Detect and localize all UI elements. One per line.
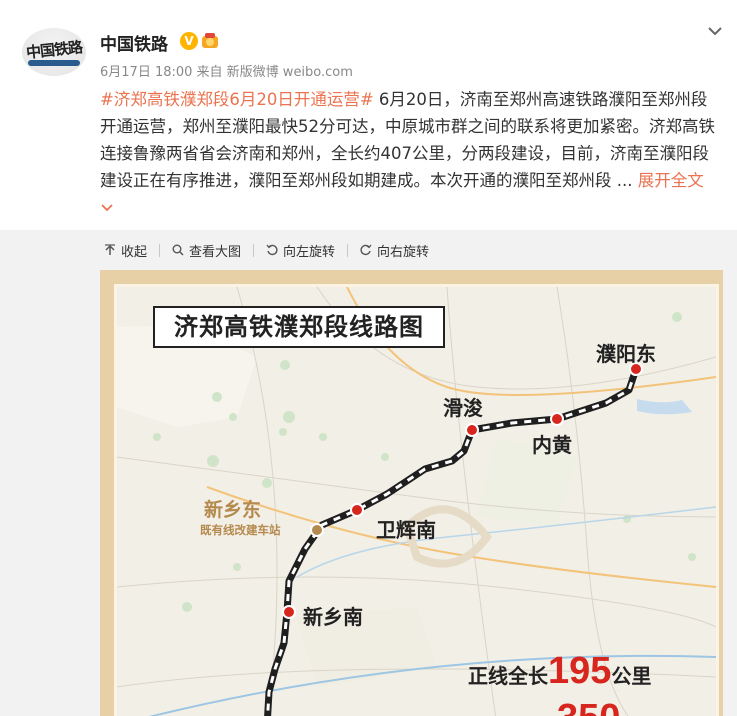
chevron-down-icon[interactable] [704, 20, 726, 42]
expand-label: 展开全文 [637, 171, 704, 190]
stat-design-speed-value: 350 [557, 697, 620, 716]
station-marker-neihuang [550, 412, 564, 426]
post-header: 中国铁路 中国铁路 V 6月17日 18:00 来自 新版微博 weibo.co… [0, 0, 737, 85]
toolbar-divider [253, 243, 255, 257]
verified-badge-icon: V [180, 32, 198, 50]
stat-line-length-prefix: 正线全长 [468, 664, 548, 688]
stat-line-length-unit: 公里 [611, 664, 652, 688]
rotate-left-icon [266, 244, 278, 256]
station-label-neihuang: 内黄 [532, 433, 572, 457]
rotate-right-button[interactable]: 向右旋转 [356, 241, 433, 260]
rotate-left-button[interactable]: 向左旋转 [262, 241, 339, 260]
rotate-right-icon [360, 244, 372, 256]
avatar-logo-text: 中国铁路 [25, 38, 83, 62]
post-text: #济郑高铁濮郑段6月20日开通运营# 6月20日，济南至郑州高速铁路濮阳至郑州段… [100, 86, 720, 221]
toolbar-divider [347, 243, 349, 257]
station-label-huaxun: 滑浚 [443, 396, 483, 420]
chevron-down-icon [101, 204, 113, 212]
station-marker-huaxun [465, 423, 479, 437]
station-label-weihui-south: 卫辉南 [376, 518, 436, 542]
search-icon [172, 244, 184, 256]
map-title: 济郑高铁濮郑段线路图 [153, 306, 445, 348]
rotate-right-label: 向右旋转 [377, 244, 430, 260]
medal-icon [202, 33, 218, 48]
route-map: 济郑高铁濮郑段线路图 濮阳东 内黄 滑浚 卫辉南 新乡东 既有线改建车站 新乡南… [114, 284, 719, 716]
toolbar-divider [159, 243, 161, 257]
view-large-label: 查看大图 [189, 244, 242, 260]
stat-design-speed: 350 [557, 697, 620, 716]
map-image[interactable]: 济郑高铁濮郑段线路图 濮阳东 内黄 滑浚 卫辉南 新乡东 既有线改建车站 新乡南… [100, 270, 723, 716]
media-toolbar: 收起 查看大图 向左旋转 向右旋转 [100, 238, 433, 262]
station-marker-xinxiang-south [282, 605, 296, 619]
station-marker-weihui-south [350, 503, 364, 517]
station-marker-xinxiang-east [310, 523, 324, 537]
station-note-xinxiang-east: 既有线改建车站 [200, 523, 281, 537]
train-icon [28, 60, 80, 66]
collapse-button[interactable]: 收起 [100, 241, 151, 260]
collapse-label: 收起 [121, 244, 148, 260]
hashtag-link[interactable]: #济郑高铁濮郑段6月20日开通运营# [100, 90, 374, 109]
author-name[interactable]: 中国铁路 [100, 30, 168, 55]
station-label-xinxiang-south: 新乡南 [303, 605, 363, 629]
station-label-xinxiang-east: 新乡东 [204, 499, 262, 521]
avatar[interactable]: 中国铁路 [22, 28, 86, 76]
stat-line-length-value: 195 [548, 650, 612, 692]
station-label-puyang-east: 濮阳东 [596, 342, 656, 366]
rotate-left-label: 向左旋转 [283, 244, 336, 260]
arrow-up-icon [105, 244, 115, 255]
view-large-button[interactable]: 查看大图 [168, 241, 245, 260]
stat-line-length: 正线全长195公里 [468, 650, 651, 693]
post-timestamp: 6月17日 18:00 来自 新版微博 weibo.com [100, 65, 353, 80]
